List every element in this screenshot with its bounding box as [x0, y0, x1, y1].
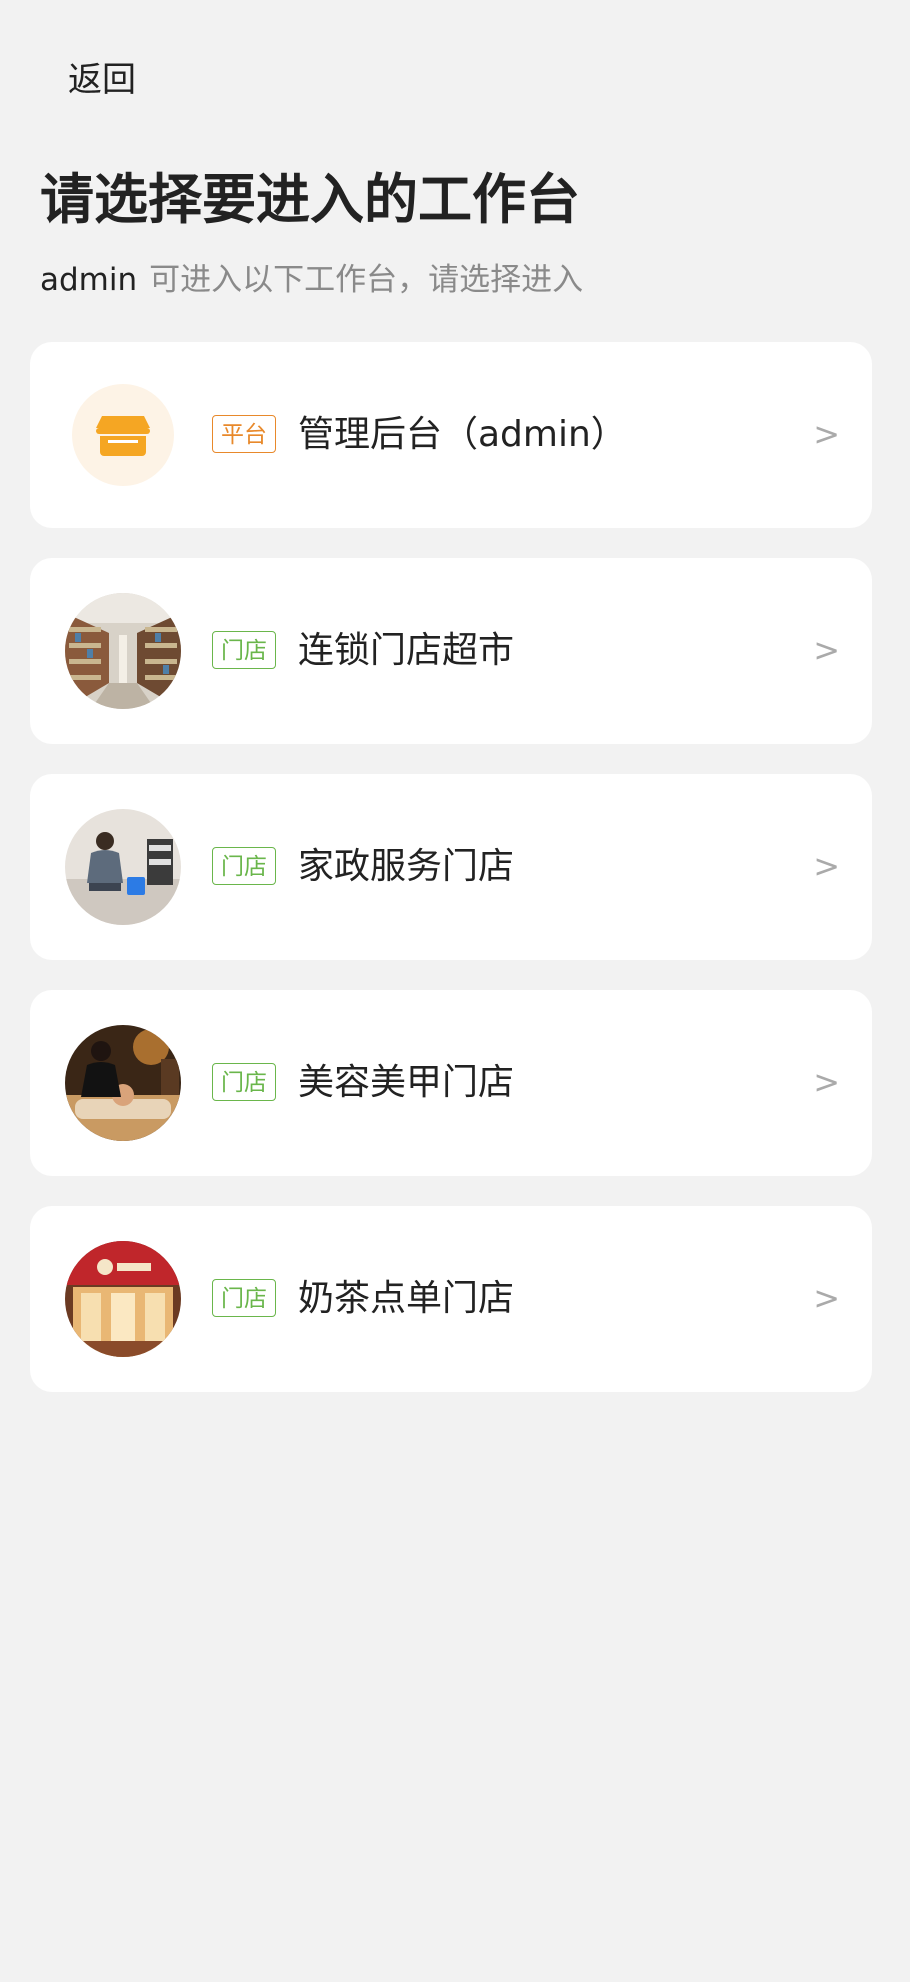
- supermarket-photo: [65, 593, 181, 709]
- workspace-name: 奶茶点单门店: [298, 1278, 515, 1319]
- platform-tag: 平台: [212, 415, 276, 453]
- chevron-right-icon: >: [813, 631, 840, 669]
- milk-tea-shop-photo: [65, 1241, 181, 1357]
- store-tag: 门店: [212, 1063, 276, 1101]
- workspace-name: 连锁门店超市: [298, 630, 515, 671]
- store-icon: [72, 384, 174, 486]
- workspace-card-milk-tea[interactable]: 门店 奶茶点单门店 >: [30, 1206, 872, 1392]
- chevron-right-icon: >: [813, 847, 840, 885]
- workspace-card-housekeeping[interactable]: 门店 家政服务门店 >: [30, 774, 872, 960]
- subtitle-username: admin: [40, 262, 138, 298]
- workspace-name: 管理后台（admin）: [298, 414, 627, 455]
- housekeeping-photo: [65, 809, 181, 925]
- chevron-right-icon: >: [813, 1063, 840, 1101]
- page-title: 请选择要进入的工作台: [40, 168, 580, 231]
- chevron-right-icon: >: [813, 1279, 840, 1317]
- store-tag: 门店: [212, 631, 276, 669]
- workspace-card-admin[interactable]: 平台 管理后台（admin） >: [30, 342, 872, 528]
- workspace-card-beauty[interactable]: 门店 美容美甲门店 >: [30, 990, 872, 1176]
- workspace-name: 美容美甲门店: [298, 1062, 515, 1103]
- back-button[interactable]: 返回: [68, 56, 136, 104]
- workspace-list: 平台 管理后台（admin） > 门店 连锁门店超市 > 门店 家政服务门店 >…: [30, 342, 872, 1422]
- store-tag: 门店: [212, 847, 276, 885]
- store-tag: 门店: [212, 1279, 276, 1317]
- beauty-salon-photo: [65, 1025, 181, 1141]
- page-subtitle: admin 可进入以下工作台，请选择进入: [40, 258, 583, 302]
- workspace-name: 家政服务门店: [298, 846, 515, 887]
- workspace-card-supermarket[interactable]: 门店 连锁门店超市 >: [30, 558, 872, 744]
- subtitle-text: 可进入以下工作台，请选择进入: [149, 262, 584, 298]
- chevron-right-icon: >: [813, 415, 840, 453]
